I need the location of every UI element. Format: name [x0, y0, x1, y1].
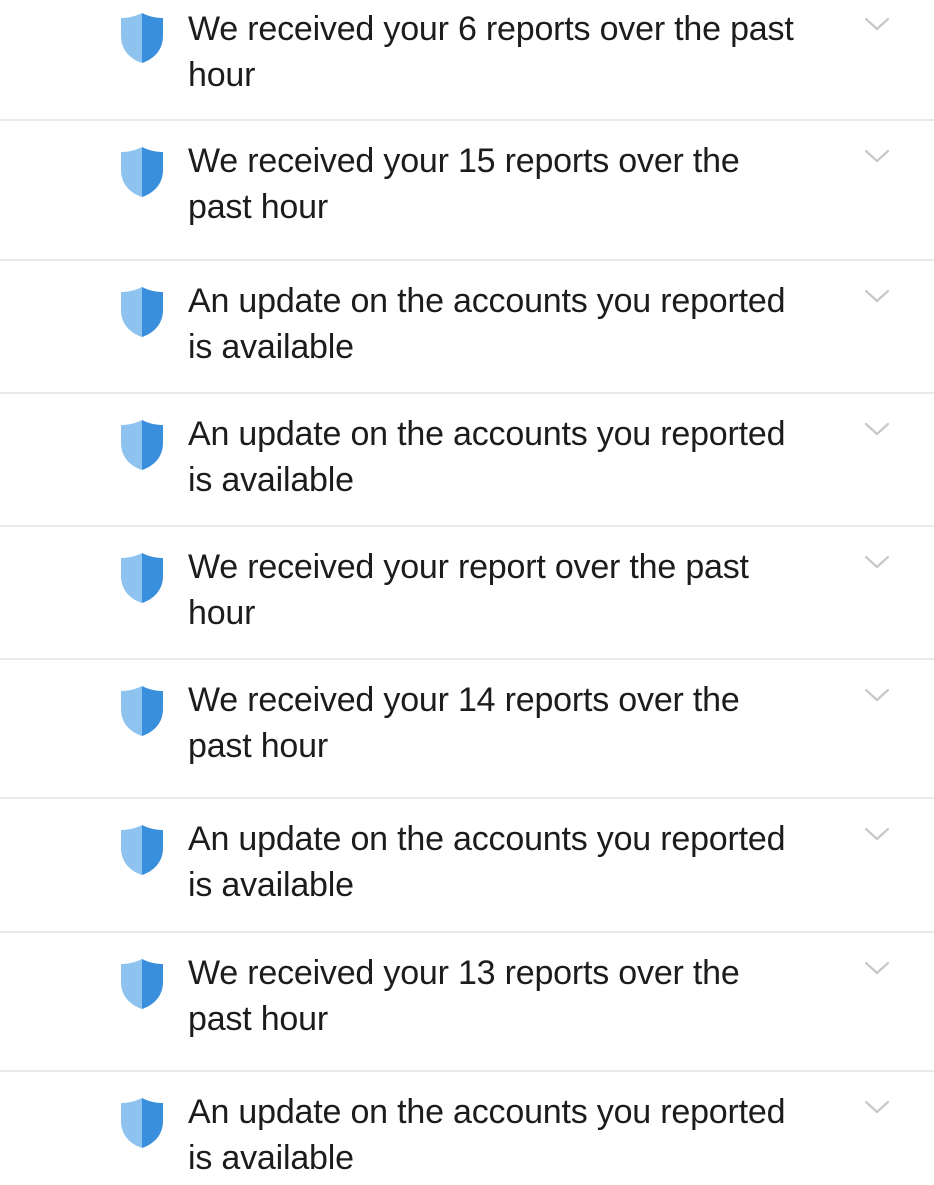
notification-text-line: past hour — [188, 188, 328, 226]
notification-row[interactable]: We received your 14 reports over the past… — [0, 659, 934, 798]
chevron-down-icon[interactable] — [862, 1097, 892, 1117]
notification-row[interactable]: We received your 13 reports over the past… — [0, 932, 934, 1071]
chevron-down-icon[interactable] — [862, 958, 892, 978]
notification-text-line: We received your 14 reports over the — [188, 681, 740, 719]
notification-text: An update on the accounts you reported is… — [188, 1089, 858, 1181]
notification-row[interactable]: We received your report over the past hou… — [0, 526, 934, 659]
shield-icon — [118, 10, 166, 66]
notification-text: An update on the accounts you reported is… — [188, 411, 858, 503]
chevron-down-icon[interactable] — [862, 824, 892, 844]
shield-icon — [118, 550, 166, 606]
notification-row[interactable]: An update on the accounts you reported is… — [0, 393, 934, 526]
shield-icon — [118, 956, 166, 1012]
notification-row[interactable]: An update on the accounts you reported is… — [0, 798, 934, 932]
notification-text-line: An update on the accounts you reported — [188, 415, 786, 453]
notification-text-line: We received your 6 reports over the past — [188, 10, 794, 48]
notification-text-line: is available — [188, 328, 354, 366]
notification-text: We received your 13 reports over the past… — [188, 950, 858, 1042]
notification-text-line: An update on the accounts you reported — [188, 282, 786, 320]
notification-text-line: An update on the accounts you reported — [188, 820, 786, 858]
notification-text-line: is available — [188, 1139, 354, 1177]
notification-text: We received your 15 reports over the past… — [188, 138, 858, 230]
notification-text-line: We received your 15 reports over the — [188, 142, 740, 180]
shield-icon — [118, 683, 166, 739]
notification-text: An update on the accounts you reported is… — [188, 278, 858, 370]
notification-row[interactable]: We received your 6 reports over the past… — [0, 0, 934, 120]
notification-row[interactable]: An update on the accounts you reported is… — [0, 1071, 934, 1185]
shield-icon — [118, 417, 166, 473]
chevron-down-icon[interactable] — [862, 146, 892, 166]
notification-text-line: past hour — [188, 1000, 328, 1038]
shield-icon — [118, 822, 166, 878]
shield-icon — [118, 1095, 166, 1151]
notification-text-line: An update on the accounts you reported — [188, 1093, 786, 1131]
notification-text: We received your report over the past hou… — [188, 544, 858, 636]
chevron-down-icon[interactable] — [862, 14, 892, 34]
notification-row[interactable]: An update on the accounts you reported is… — [0, 260, 934, 393]
chevron-down-icon[interactable] — [862, 419, 892, 439]
notification-text-line: hour — [188, 594, 256, 632]
chevron-down-icon[interactable] — [862, 286, 892, 306]
chevron-down-icon[interactable] — [862, 685, 892, 705]
notification-row[interactable]: We received your 15 reports over the past… — [0, 120, 934, 260]
notification-text: We received your 6 reports over the past… — [188, 6, 858, 98]
notification-text-line: is available — [188, 866, 354, 904]
shield-icon — [118, 284, 166, 340]
notification-text-line: We received your 13 reports over the — [188, 954, 740, 992]
notification-text-line: past hour — [188, 727, 328, 765]
notification-text-line: hour — [188, 56, 256, 94]
notification-text-line: is available — [188, 461, 354, 499]
shield-icon — [118, 144, 166, 200]
notification-text-line: We received your report over the past — [188, 548, 749, 586]
chevron-down-icon[interactable] — [862, 552, 892, 572]
notification-text: We received your 14 reports over the past… — [188, 677, 858, 769]
notification-text: An update on the accounts you reported is… — [188, 816, 858, 908]
